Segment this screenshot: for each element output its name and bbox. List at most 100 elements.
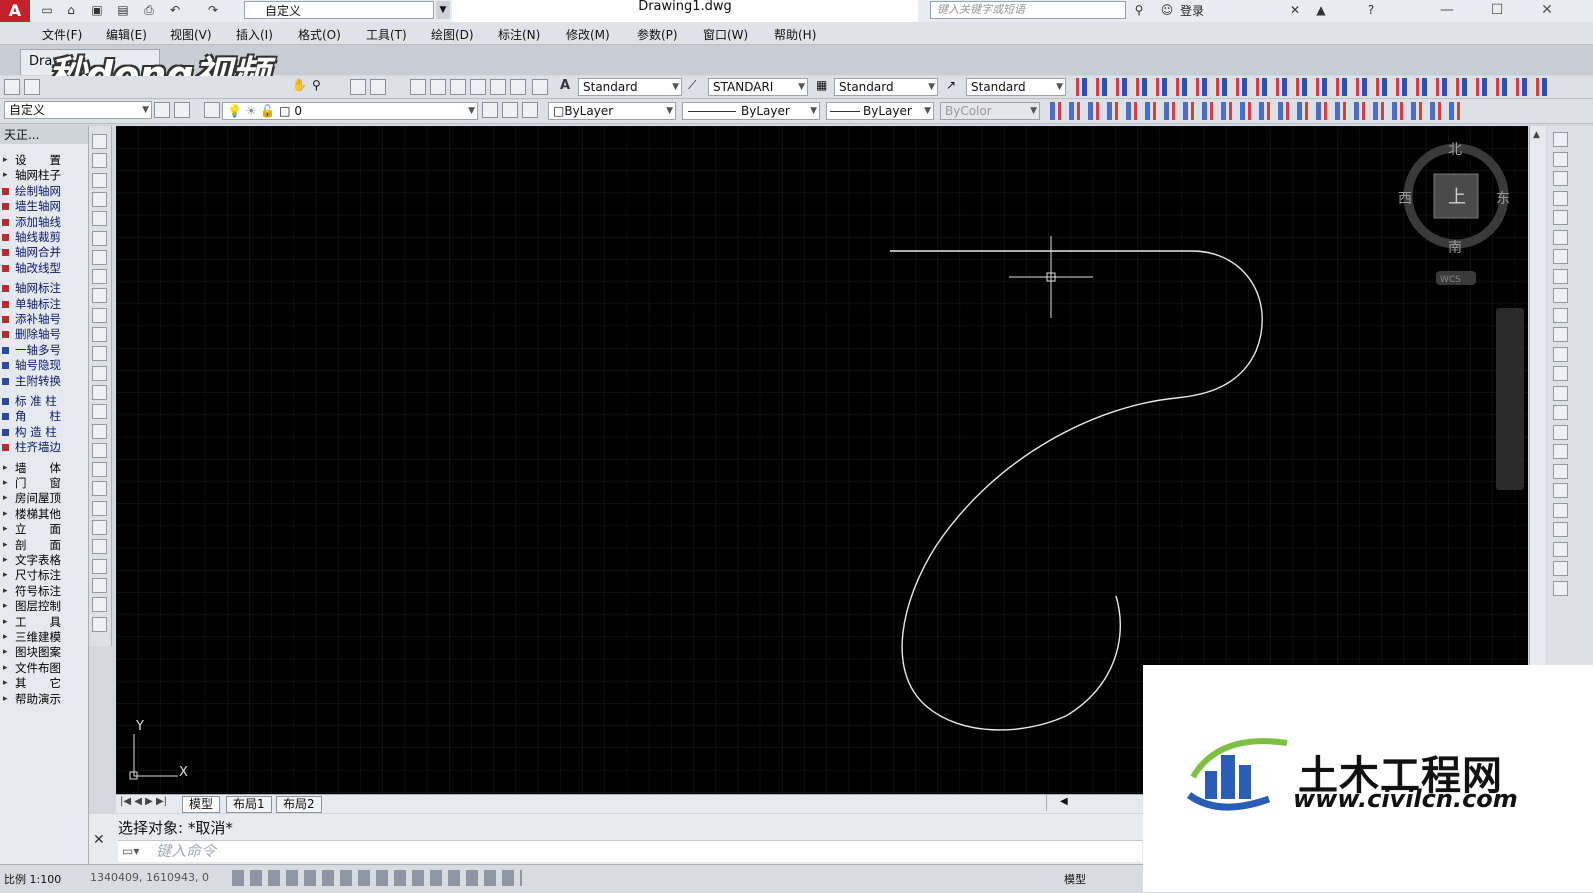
modify-tool-icon[interactable] [1553,366,1568,381]
modify-tool-icon[interactable] [1553,132,1568,147]
modify-tool-icon[interactable] [1553,327,1568,342]
palette-item[interactable]: 轴网标注 [0,281,88,296]
palette-item[interactable]: 轴改线型 [0,261,88,276]
palette-item[interactable]: 其 它 [0,676,88,691]
region-icon[interactable] [92,442,107,458]
exchange-icon[interactable]: ✕ [1286,2,1304,18]
modify-tool-icon[interactable] [1553,502,1568,518]
layer-props-icon[interactable] [92,520,107,535]
menu-parametric[interactable]: 参数(P) [637,26,678,43]
modify-tool-icon[interactable] [1553,249,1568,264]
design-center-icon[interactable] [430,79,446,95]
palette-item[interactable]: 轴线裁剪 [0,230,88,245]
maximize-button[interactable]: ☐ [1474,0,1520,22]
modify-tool-icon[interactable] [1553,190,1568,206]
redo-icon[interactable]: ↷ [204,2,222,18]
scroll-left-icon[interactable]: ◀ [1060,796,1068,807]
palette-item[interactable]: 门 窗 [0,476,88,491]
palette-item[interactable]: 轴号隐现 [0,358,88,373]
save-as-icon[interactable]: ▤ [114,2,132,18]
palette-item[interactable]: 添补轴号 [0,312,88,327]
table-style-select[interactable]: Standard ▼ [834,78,938,96]
construction-line-icon[interactable] [92,153,107,169]
tool-palette-icon[interactable] [450,79,466,95]
zoom-window-icon[interactable] [350,79,366,95]
modify-tool-icon[interactable] [1553,268,1568,284]
dim-style-select[interactable]: STANDARI ▼ [708,78,808,96]
table-icon[interactable] [92,462,107,478]
pan-icon[interactable]: ✋ [292,78,307,92]
modify-tool-icon[interactable] [1553,561,1568,576]
insert-block-icon[interactable] [92,346,107,362]
spline-icon[interactable] [92,288,107,304]
multileader-style-select[interactable]: Standard ▼ [966,78,1066,96]
modify-tool-icon[interactable] [1553,522,1568,537]
minimize-button[interactable]: — [1424,0,1470,22]
menu-file[interactable]: 文件(F) [42,26,82,43]
sheet-set-icon[interactable] [470,79,486,95]
add-selected-icon[interactable] [92,500,107,516]
mirror-icon[interactable] [92,577,107,593]
search-input[interactable]: 键入关键字或短语 [930,1,1126,19]
binoculars-icon[interactable]: ⚲ [1130,2,1148,18]
scale-readout[interactable]: 比例 1:100 [4,871,61,887]
palette-item[interactable]: 立 面 [0,522,88,537]
user-icon[interactable]: ☺ [1158,2,1176,18]
tab-layout1[interactable]: 布局1 [226,796,272,813]
palette-item[interactable]: 尺寸标注 [0,568,88,583]
modify-tool-icon[interactable] [1553,288,1568,303]
print-icon[interactable]: ⎙ [140,2,158,18]
markup-icon[interactable] [490,79,506,95]
plot-style-select[interactable]: ByColor ▼ [940,102,1040,120]
palette-item[interactable]: 墙 体 [0,461,88,476]
palette-item[interactable]: 角 柱 [0,409,88,424]
palette-item[interactable]: 绘制轴网 [0,184,88,199]
workspace-select[interactable]: 自定义 [244,1,434,19]
rectangle-icon[interactable] [92,211,107,227]
command-input[interactable]: ▭▾ 键入命令 [118,840,1142,862]
tab-layout2[interactable]: 布局2 [276,796,322,813]
palette-item[interactable]: 一轴多号 [0,343,88,358]
modify-tool-icon[interactable] [1553,405,1568,420]
palette-item[interactable]: 帮助演示 [0,692,88,707]
multiline-text-icon[interactable] [92,481,107,497]
palette-item[interactable]: 设 置 [0,153,88,168]
new-icon[interactable] [4,79,20,95]
palette-item[interactable]: 三维建模 [0,630,88,645]
workspace-settings-icon[interactable] [174,102,190,118]
modify-tool-icon[interactable] [1553,424,1568,440]
color-select[interactable]: □ByLayer ▼ [548,102,676,120]
modify-tool-icon[interactable] [1553,210,1568,225]
menu-dimension[interactable]: 标注(N) [498,26,540,43]
palette-item[interactable]: 符号标注 [0,584,88,599]
palette-item[interactable]: 文件布图 [0,661,88,676]
revcloud-icon[interactable] [92,269,107,285]
modify-tool-icon[interactable] [1553,541,1568,557]
polyline-icon[interactable] [92,172,107,188]
zoom-icon[interactable]: ⚲ [312,78,321,92]
line-icon[interactable] [92,134,107,149]
help-icon[interactable] [532,79,548,95]
palette-item[interactable]: 文字表格 [0,553,88,568]
save-icon[interactable]: ▣ [88,2,106,18]
menu-format[interactable]: 格式(O) [298,26,341,43]
scroll-up-icon[interactable]: ▲ [1533,130,1540,140]
arc-icon[interactable] [92,230,107,246]
tianzheng-toolbar-icons[interactable] [1076,78,1556,96]
palette-item[interactable]: 标 准 柱 [0,394,88,409]
chevron-down-icon[interactable]: ▼ [436,1,450,19]
copy-icon[interactable] [92,558,107,574]
modify-tool-icon[interactable] [1553,346,1568,362]
model-space-label[interactable]: 模型 [1064,871,1086,887]
tab-model[interactable]: 模型 [182,796,221,813]
palette-item[interactable]: 房间屋顶 [0,491,88,506]
match-props-icon[interactable] [92,539,107,555]
undo-icon[interactable]: ↶ [166,2,184,18]
gear-icon[interactable] [154,102,170,118]
app-store-icon[interactable]: ▲ [1312,2,1330,18]
modify-tool-icon[interactable] [1553,307,1568,323]
palette-item[interactable]: 工 具 [0,615,88,630]
first-tab-icon[interactable]: |◀ ◀ ▶ ▶| [120,796,167,807]
offset-icon[interactable] [92,597,107,613]
layer-state-icon[interactable] [522,102,538,118]
